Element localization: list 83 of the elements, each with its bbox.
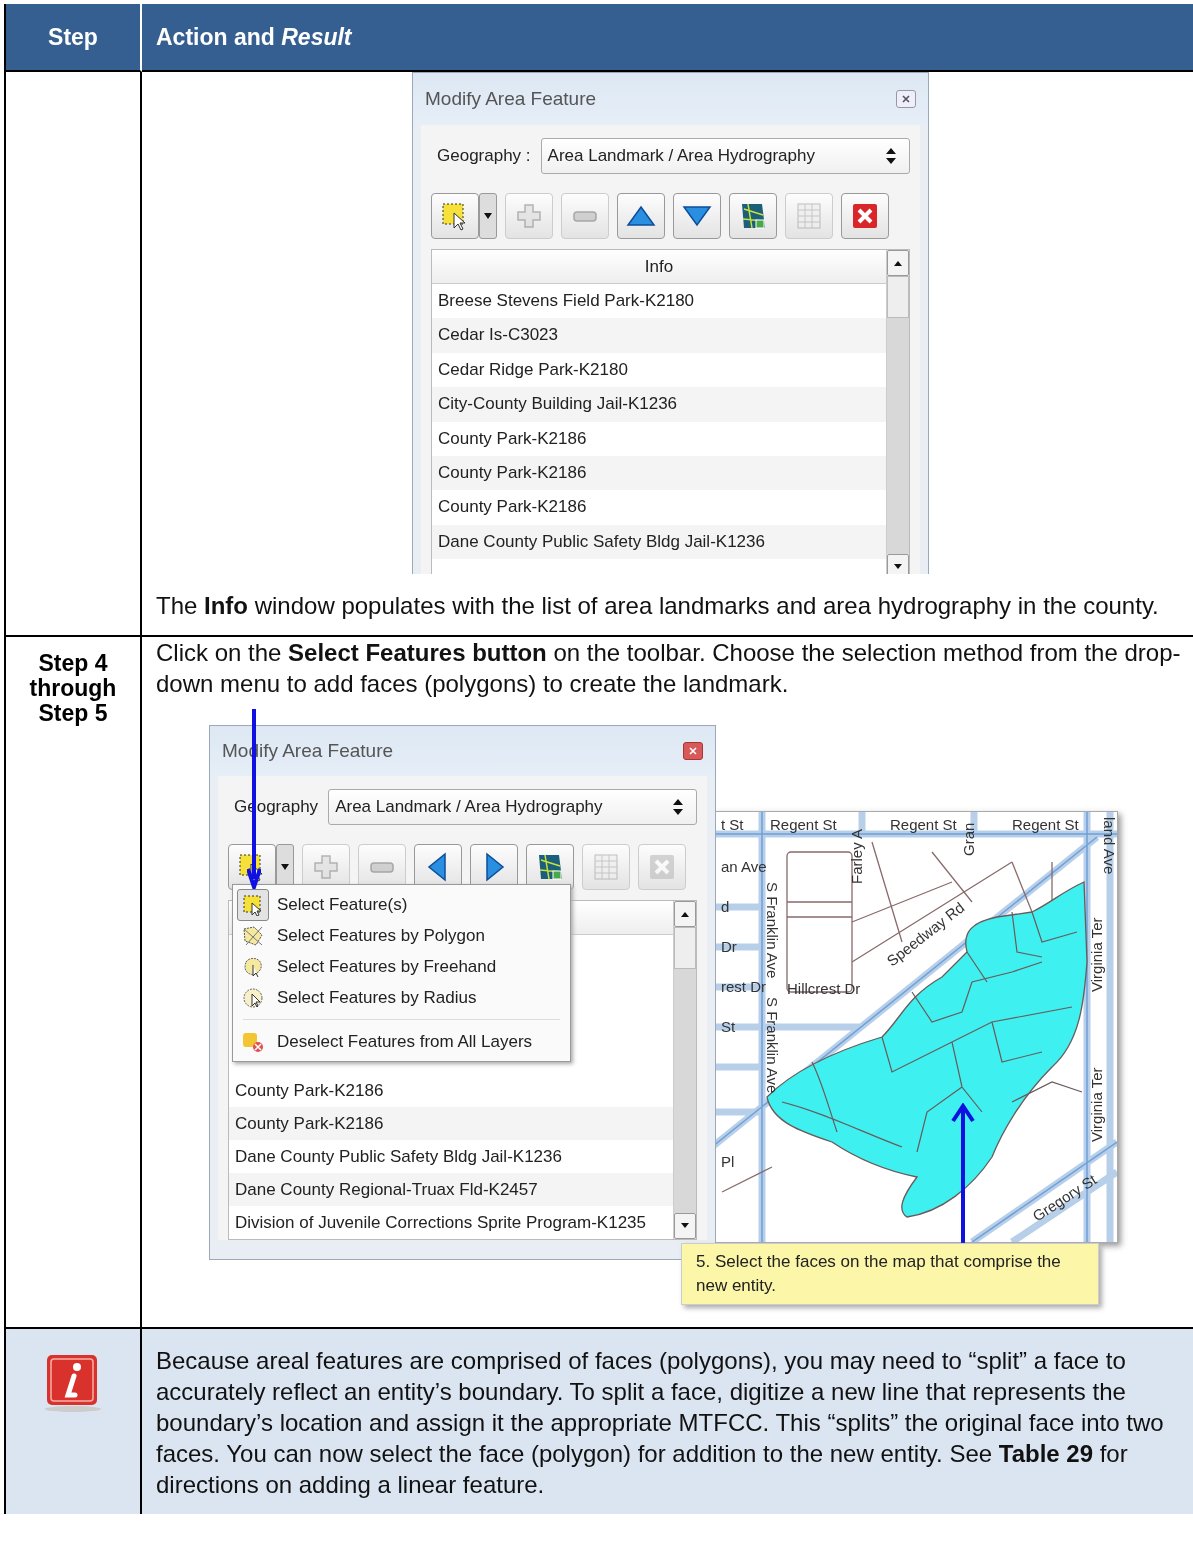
deselect-icon xyxy=(242,1030,264,1053)
scrollbar[interactable] xyxy=(886,250,909,574)
dropdown-button[interactable] xyxy=(479,193,497,239)
menu-item[interactable]: Select Features by Polygon xyxy=(233,920,570,951)
geography-dropdown[interactable]: Area Landmark / Area Hydrography xyxy=(328,789,697,825)
list-item[interactable]: City-County Building Jail-K1236 xyxy=(432,387,886,422)
spinner-arrows-icon xyxy=(672,798,684,816)
select-features-icon xyxy=(242,893,264,916)
scroll-down-button[interactable] xyxy=(887,554,909,574)
geography-dropdown[interactable]: Area Landmark / Area Hydrography xyxy=(540,138,910,174)
field-label: Geography : xyxy=(436,146,531,166)
map-label: St xyxy=(721,1018,736,1035)
freehand-select-icon xyxy=(242,955,264,978)
list-item[interactable]: Breese Stevens Field Park-K2180 xyxy=(432,284,886,319)
paragraph: The Info window populates with the list of area landmarks and area hydrography in the county. xyxy=(156,591,1160,621)
map-label: Regent St xyxy=(890,816,957,833)
map-label: Pl xyxy=(721,1153,735,1170)
step-label: Step 4 through Step 5 xyxy=(28,651,118,728)
toolbar-button[interactable] xyxy=(673,193,721,239)
scrollbar[interactable] xyxy=(673,901,696,1239)
scroll-up-button[interactable] xyxy=(887,250,909,276)
caret-icon xyxy=(280,863,290,871)
paragraph: Click on the Select Features button on the toolbar. Choose the selection method from the drop-down menu to add faces (polygons) to create the landmark. xyxy=(156,638,1182,699)
close-icon xyxy=(647,852,677,882)
map-label: Gran xyxy=(960,822,977,856)
map-label: t St xyxy=(721,816,744,833)
scroll-down-button[interactable] xyxy=(674,1213,696,1239)
window-title: Modify Area Feature xyxy=(425,88,597,110)
radius-select-icon xyxy=(242,986,264,1009)
caret-icon xyxy=(483,212,493,220)
list-item[interactable]: County Park-K2186 xyxy=(229,1074,673,1107)
plus-icon xyxy=(514,201,544,231)
map-label: Regent St xyxy=(770,816,837,833)
spinner-arrows-icon xyxy=(885,147,897,165)
map-label: Farley A xyxy=(848,828,865,884)
map-label: land Ave xyxy=(1101,817,1117,875)
list-item[interactable]: County Park-K2186 xyxy=(432,455,886,491)
menu-item[interactable]: Deselect Features from All Layers xyxy=(233,1026,570,1057)
toolbar-button[interactable] xyxy=(617,193,665,239)
up-arrow-icon xyxy=(680,911,690,917)
list-item[interactable]: Dane County Public Safety Bldg Jail-K1236 xyxy=(432,524,886,560)
scroll-thumb[interactable] xyxy=(674,927,696,969)
menu-item[interactable]: Select Features by Radius xyxy=(233,982,570,1013)
map-label: Hillcrest Dr xyxy=(787,980,861,997)
polygon-select-icon xyxy=(242,924,264,947)
table-icon xyxy=(794,201,824,231)
plus-icon xyxy=(311,852,341,882)
list-item[interactable]: County Park-K2186 xyxy=(229,1107,673,1140)
toolbar-button[interactable] xyxy=(841,193,889,239)
map-label: S Franklin Ave xyxy=(764,882,781,979)
map-label: Virginia Ter xyxy=(1088,1067,1105,1142)
paragraph: Because areal features are comprised of faces (polygons), you may need to “split” a face to accurately reflect an entity’s boundary. To split a face, digitize a new line that represents the boundary’s location and assign it the appropriate MTFCC. This “splits” the original face into two faces. You can now select the face (polygon) for addition to the new entity. See Table 29 for directions on adding a linear feature. xyxy=(156,1346,1165,1500)
close-icon xyxy=(688,746,698,756)
close-button[interactable] xyxy=(683,742,703,760)
toolbar-button[interactable] xyxy=(729,193,777,239)
map-label: Dr xyxy=(721,938,737,955)
list-item[interactable]: Cedar Ridge Park-K2180 xyxy=(432,352,886,388)
menu-item[interactable]: Select Features by Freehand xyxy=(233,951,570,982)
close-icon xyxy=(901,94,911,104)
list-item[interactable]: Division of Juvenile Corrections Sprite Program-K1235 xyxy=(229,1206,673,1239)
map-label: Regent St xyxy=(1012,816,1079,833)
list-item[interactable]: County Park-K2186 xyxy=(432,421,886,456)
close-button[interactable] xyxy=(896,90,916,108)
column-header: Step xyxy=(48,23,98,51)
list-item[interactable]: Cedar Is-C3023 xyxy=(432,318,886,353)
scroll-up-button[interactable] xyxy=(674,901,696,927)
up-arrow-icon xyxy=(893,260,903,266)
menu-item[interactable]: Select Feature(s) xyxy=(233,889,570,920)
list-item[interactable]: Dane County Regional-Truax Fld-K2457 xyxy=(229,1173,673,1206)
map-label: S Franklin Ave xyxy=(764,997,781,1094)
column-header: Action and Result xyxy=(156,23,352,51)
map-label: d xyxy=(721,898,730,915)
info-icon xyxy=(45,1355,101,1412)
close-icon xyxy=(850,201,880,231)
map-label: rest Dr xyxy=(721,978,766,995)
list-item[interactable]: County Park-K2186 xyxy=(432,490,886,525)
map-label: Virginia Ter xyxy=(1088,917,1105,992)
table-icon xyxy=(591,852,621,882)
down-arrow-icon xyxy=(893,564,903,570)
scroll-thumb[interactable] xyxy=(887,276,909,318)
callout-note: 5. Select the faces on the map that comprise the new entity. xyxy=(681,1243,1099,1305)
list-item[interactable]: Dane County Public Safety Bldg Jail-K1236 xyxy=(229,1140,673,1173)
down-arrow-icon xyxy=(680,1223,690,1229)
